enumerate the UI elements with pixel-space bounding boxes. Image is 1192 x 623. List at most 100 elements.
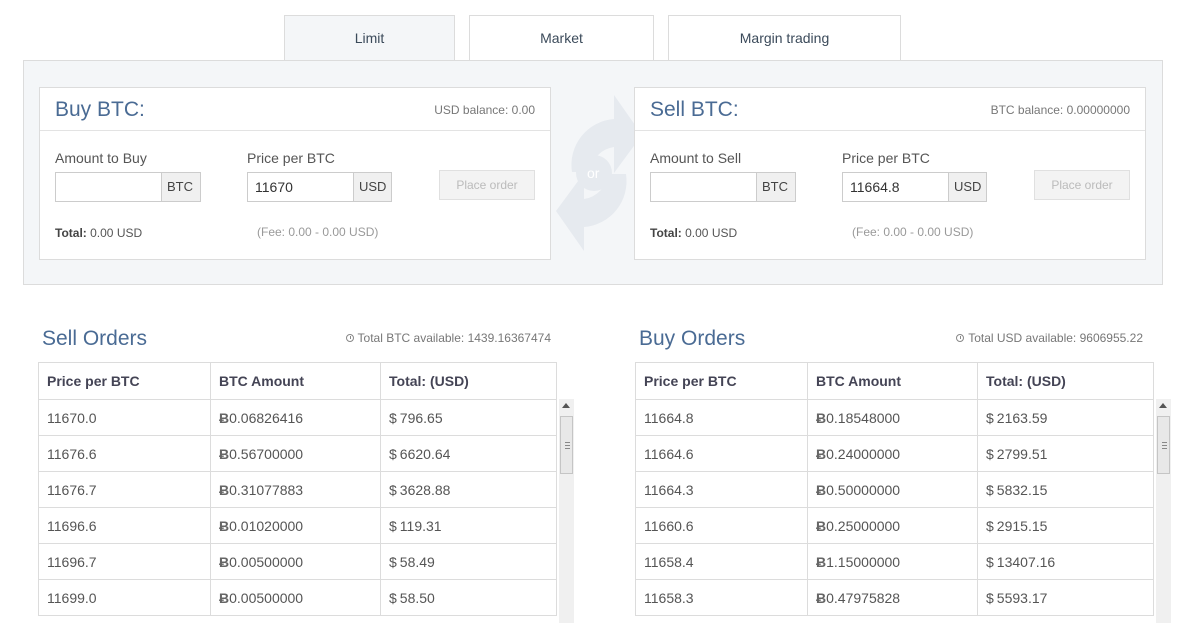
table-row[interactable]: 11658.4 Ƀ1.15000000 $13407.16 bbox=[635, 543, 1154, 580]
order-btc-amount: Ƀ0.18548000 bbox=[807, 399, 978, 436]
scrollbar-thumb[interactable] bbox=[560, 416, 573, 474]
buy-total: Total: 0.00 USD bbox=[55, 226, 142, 240]
col-total-usd[interactable]: Total: (USD) bbox=[380, 362, 557, 400]
table-row[interactable]: 11658.3 Ƀ0.47975828 $5593.17 bbox=[635, 579, 1154, 616]
order-btc-amount: Ƀ0.01020000 bbox=[210, 507, 381, 544]
buy-price-group: USD bbox=[247, 172, 392, 202]
table-row[interactable]: 11699.0 Ƀ0.00500000 $58.50 bbox=[38, 579, 557, 616]
order-price: 11696.7 bbox=[38, 543, 211, 580]
amount-to-buy-input[interactable] bbox=[55, 172, 161, 202]
order-price: 11676.6 bbox=[38, 435, 211, 472]
buy-orders-available: Total USD available: 9606955.22 bbox=[956, 331, 1143, 345]
table-row[interactable]: 11696.6 Ƀ0.01020000 $119.31 bbox=[38, 507, 557, 544]
dollar-icon: $ bbox=[986, 517, 994, 534]
col-btc-amount[interactable]: BTC Amount bbox=[210, 362, 381, 400]
sell-orders-scrollbar[interactable] bbox=[559, 399, 574, 623]
tab-margin-trading[interactable]: Margin trading bbox=[668, 15, 901, 60]
order-price: 11664.8 bbox=[635, 399, 808, 436]
amount-to-sell-input[interactable] bbox=[650, 172, 756, 202]
sell-box-header: Sell BTC: BTC balance: 0.00000000 bbox=[635, 88, 1145, 131]
table-row[interactable]: 11664.3 Ƀ0.50000000 $5832.15 bbox=[635, 471, 1154, 508]
order-price: 11660.6 bbox=[635, 507, 808, 544]
col-total-usd[interactable]: Total: (USD) bbox=[977, 362, 1154, 400]
dollar-icon: $ bbox=[986, 409, 994, 426]
btc-amount-value: 0.18548000 bbox=[826, 409, 901, 426]
btc-amount-value: 0.06826416 bbox=[229, 409, 304, 426]
buy-orders-scrollbar[interactable] bbox=[1156, 399, 1171, 623]
bitcoin-icon: Ƀ bbox=[816, 481, 827, 498]
buy-box-header: Buy BTC: USD balance: 0.00 bbox=[40, 88, 550, 131]
order-total-usd: $6620.64 bbox=[380, 435, 557, 472]
order-total-usd: $119.31 bbox=[380, 507, 557, 544]
order-total-usd: $3628.88 bbox=[380, 471, 557, 508]
table-row[interactable]: 11664.8 Ƀ0.18548000 $2163.59 bbox=[635, 399, 1154, 436]
order-total-usd: $13407.16 bbox=[977, 543, 1154, 580]
buy-title: Buy BTC: bbox=[55, 98, 145, 121]
bitcoin-icon: Ƀ bbox=[219, 553, 230, 570]
usd-total-value: 2915.15 bbox=[996, 517, 1048, 534]
sell-total-value: 0.00 USD bbox=[685, 226, 738, 240]
sell-price-unit-addon: USD bbox=[948, 172, 987, 202]
dollar-icon: $ bbox=[389, 481, 397, 498]
buy-price-input[interactable] bbox=[247, 172, 353, 202]
btc-amount-value: 1.15000000 bbox=[826, 553, 901, 570]
btc-amount-value: 0.31077883 bbox=[229, 481, 304, 498]
sell-place-order-button[interactable]: Place order bbox=[1034, 170, 1130, 200]
table-row[interactable]: 11676.6 Ƀ0.56700000 $6620.64 bbox=[38, 435, 557, 472]
col-price[interactable]: Price per BTC bbox=[635, 362, 808, 400]
btc-amount-value: 0.25000000 bbox=[826, 517, 901, 534]
table-row[interactable]: 11696.7 Ƀ0.00500000 $58.49 bbox=[38, 543, 557, 580]
table-row[interactable]: 11670.0 Ƀ0.06826416 $796.65 bbox=[38, 399, 557, 436]
table-row[interactable]: 11660.6 Ƀ0.25000000 $2915.15 bbox=[635, 507, 1154, 544]
order-btc-amount: Ƀ0.06826416 bbox=[210, 399, 381, 436]
bitcoin-icon: Ƀ bbox=[816, 553, 827, 570]
order-price: 11696.6 bbox=[38, 507, 211, 544]
usd-total-value: 5832.15 bbox=[996, 481, 1048, 498]
table-row[interactable]: 11676.7 Ƀ0.31077883 $3628.88 bbox=[38, 471, 557, 508]
scrollbar-thumb[interactable] bbox=[1157, 416, 1170, 474]
bitcoin-icon: Ƀ bbox=[219, 589, 230, 606]
order-btc-amount: Ƀ1.15000000 bbox=[807, 543, 978, 580]
usd-total-value: 58.50 bbox=[399, 589, 435, 606]
bitcoin-icon: Ƀ bbox=[219, 409, 230, 426]
buy-fee: (Fee: 0.00 - 0.00 USD) bbox=[257, 225, 379, 239]
sell-fee: (Fee: 0.00 - 0.00 USD) bbox=[852, 225, 974, 239]
scroll-up-arrow-icon[interactable] bbox=[562, 403, 570, 408]
table-row[interactable]: 11664.6 Ƀ0.24000000 $2799.51 bbox=[635, 435, 1154, 472]
total-usd-available: Total USD available: 9606955.22 bbox=[968, 331, 1143, 345]
dollar-icon: $ bbox=[389, 517, 397, 534]
btc-amount-value: 0.47975828 bbox=[826, 589, 901, 606]
amount-to-buy-label: Amount to Buy bbox=[55, 150, 147, 166]
bitcoin-icon: Ƀ bbox=[219, 517, 230, 534]
order-price: 11658.4 bbox=[635, 543, 808, 580]
table-header-row: Price per BTC BTC Amount Total: (USD) bbox=[635, 362, 1154, 400]
buy-orders-table: Price per BTC BTC Amount Total: (USD) 11… bbox=[635, 362, 1154, 616]
order-total-usd: $5593.17 bbox=[977, 579, 1154, 616]
tab-market[interactable]: Market bbox=[469, 15, 654, 60]
order-price: 11699.0 bbox=[38, 579, 211, 616]
btc-amount-value: 0.01020000 bbox=[229, 517, 304, 534]
order-btc-amount: Ƀ0.31077883 bbox=[210, 471, 381, 508]
sell-price-label: Price per BTC bbox=[842, 150, 930, 166]
dollar-icon: $ bbox=[389, 445, 397, 462]
order-total-usd: $2915.15 bbox=[977, 507, 1154, 544]
btc-amount-value: 0.00500000 bbox=[229, 553, 304, 570]
sell-price-input[interactable] bbox=[842, 172, 948, 202]
or-label: or bbox=[587, 165, 600, 181]
order-price: 11658.3 bbox=[635, 579, 808, 616]
bitcoin-icon: Ƀ bbox=[816, 445, 827, 462]
col-btc-amount[interactable]: BTC Amount bbox=[807, 362, 978, 400]
order-total-usd: $2163.59 bbox=[977, 399, 1154, 436]
dollar-icon: $ bbox=[986, 553, 994, 570]
scroll-up-arrow-icon[interactable] bbox=[1159, 403, 1167, 408]
tab-limit[interactable]: Limit bbox=[284, 15, 455, 61]
col-price[interactable]: Price per BTC bbox=[38, 362, 211, 400]
order-price: 11664.6 bbox=[635, 435, 808, 472]
usd-total-value: 119.31 bbox=[399, 517, 442, 534]
dollar-icon: $ bbox=[986, 445, 994, 462]
order-btc-amount: Ƀ0.47975828 bbox=[807, 579, 978, 616]
sell-orders-available: Total BTC available: 1439.16367474 bbox=[345, 331, 551, 345]
buy-place-order-button[interactable]: Place order bbox=[439, 170, 535, 200]
bitcoin-icon: Ƀ bbox=[219, 481, 230, 498]
dollar-icon: $ bbox=[986, 589, 994, 606]
